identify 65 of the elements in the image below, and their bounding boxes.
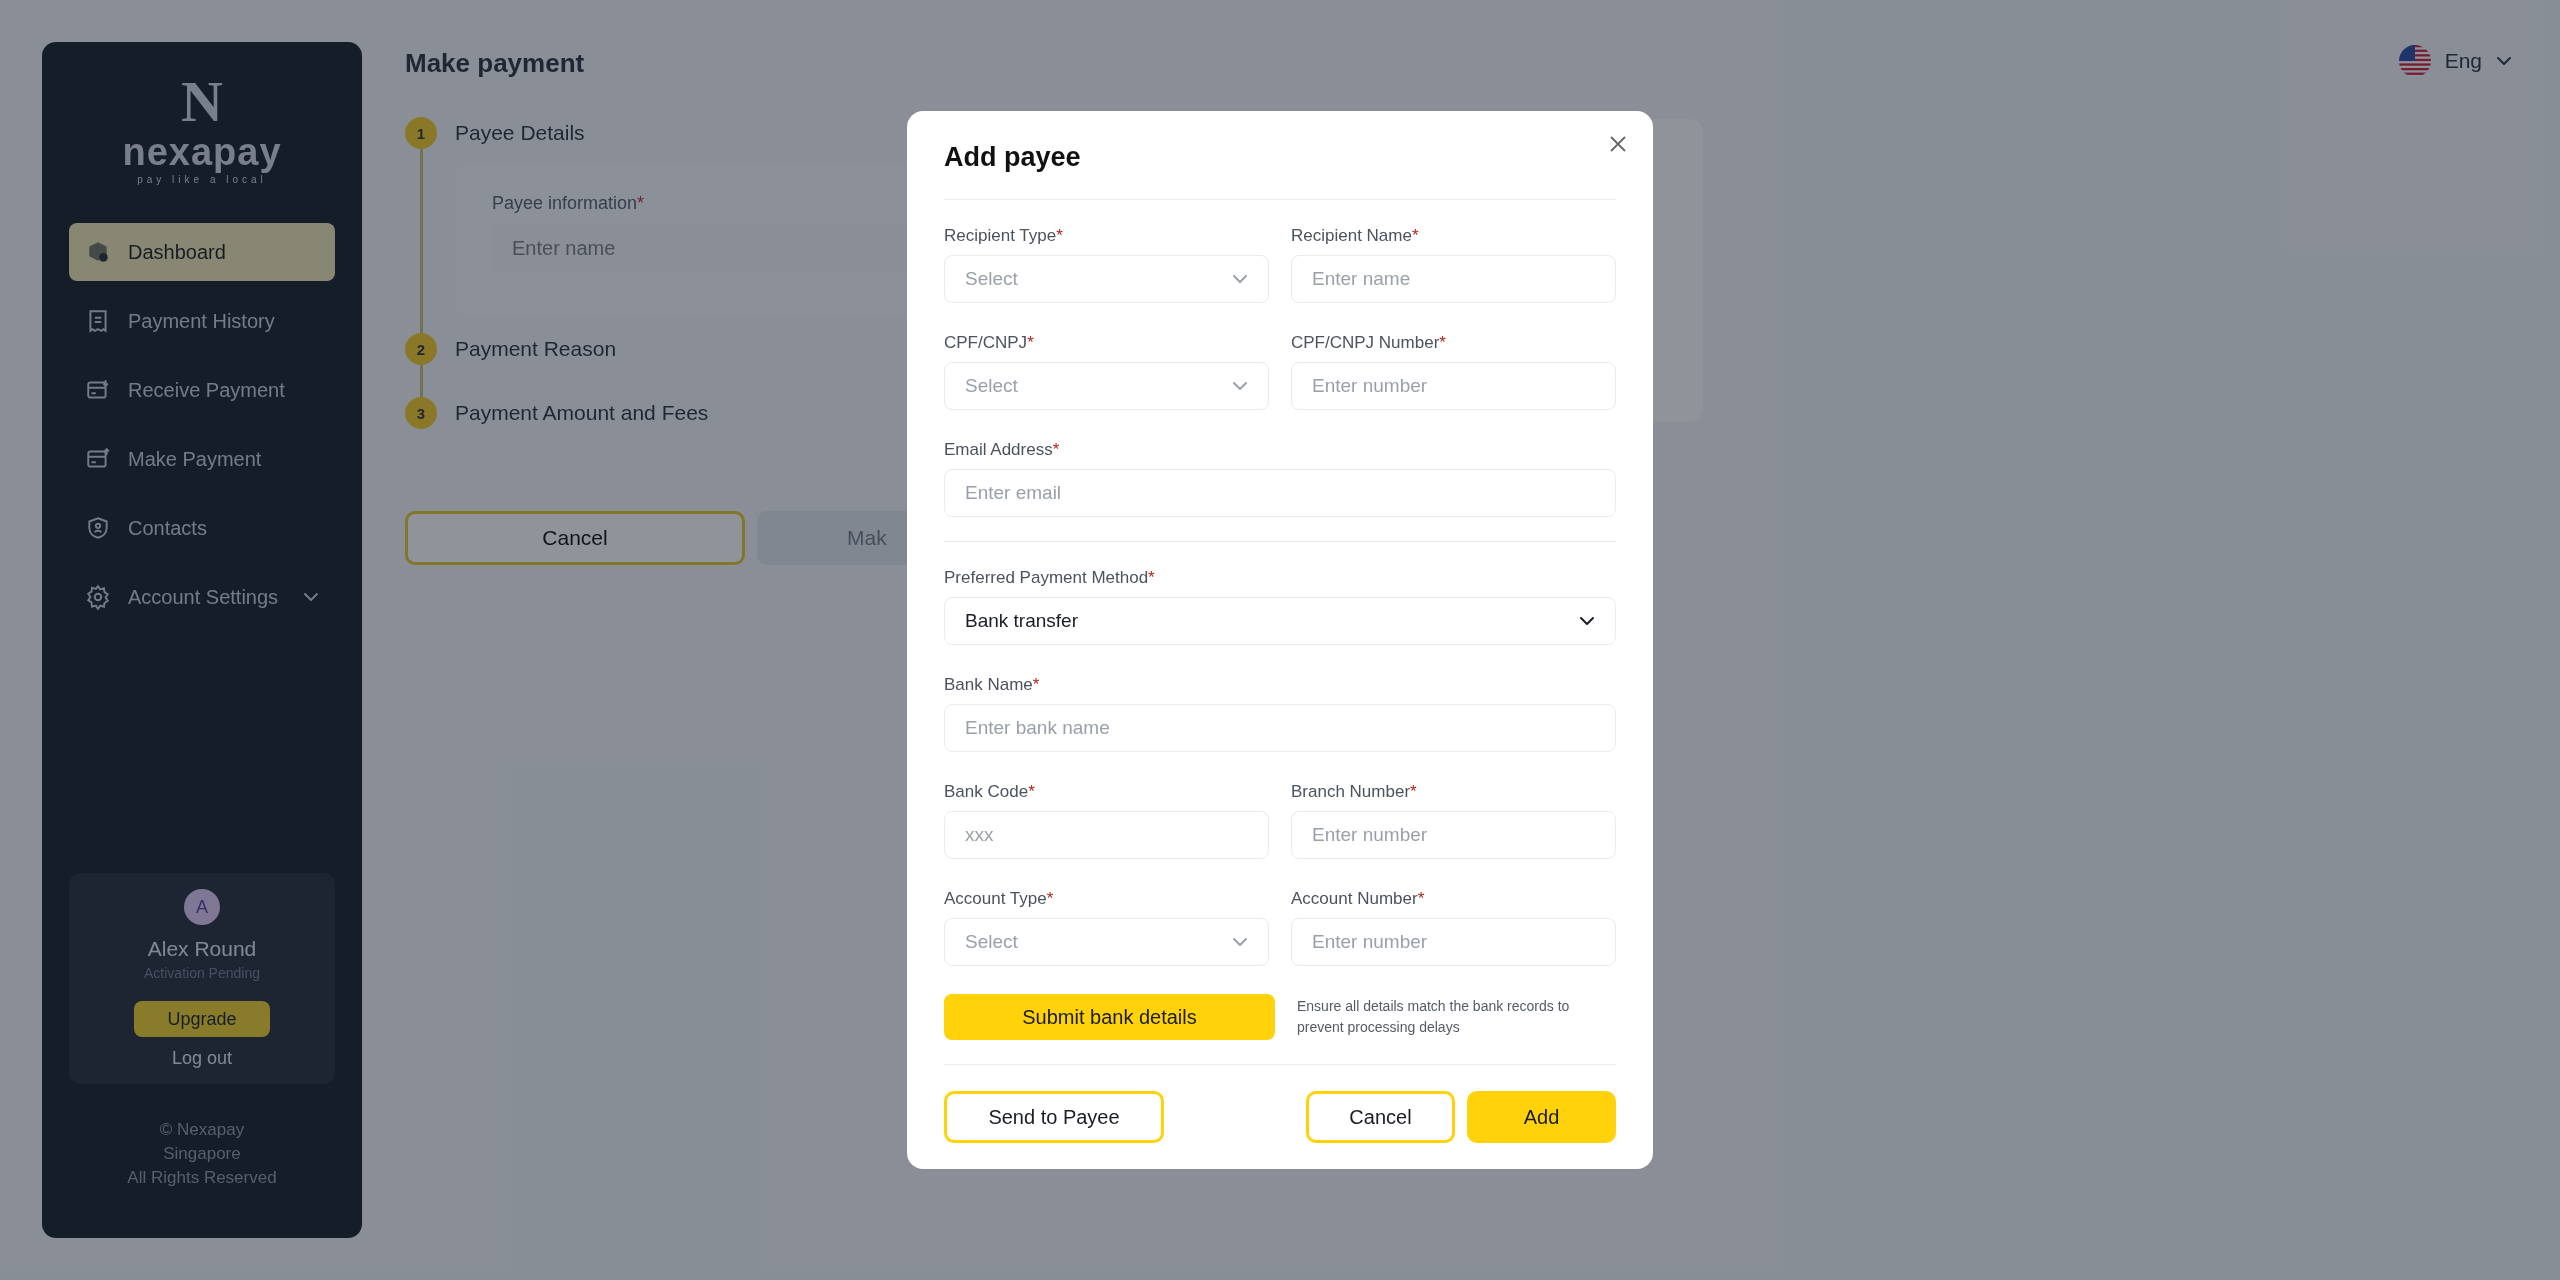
select-field[interactable]: Select	[944, 362, 1269, 410]
avatar: A	[184, 889, 220, 925]
input-field[interactable]: Enter number	[1291, 811, 1616, 859]
cube-icon	[89, 242, 108, 262]
field-label: Recipient Type*	[944, 226, 1064, 246]
field-label: Recipient Name*	[1291, 226, 1420, 246]
chevron-down-icon	[1579, 616, 1595, 626]
select-field[interactable]: Select	[944, 918, 1269, 966]
field-label: Account Number*	[1291, 889, 1426, 909]
step-number: 3	[405, 397, 437, 429]
input-field[interactable]: Enter name	[1291, 255, 1616, 303]
page-title: Make payment	[405, 48, 585, 79]
settings-icon	[86, 584, 110, 610]
nav-item[interactable]: Account Settings	[69, 568, 335, 626]
input-field[interactable]: Enter email	[944, 469, 1616, 517]
field-label: Email Address*	[944, 440, 1061, 460]
chevron-down-icon	[1232, 381, 1248, 391]
logo-tagline: pay like a local	[137, 174, 267, 185]
shield-icon	[88, 517, 108, 539]
chevron-down-icon	[1232, 937, 1248, 947]
input-field[interactable]: xxx	[944, 811, 1269, 859]
input-field[interactable]: Enter number	[1291, 918, 1616, 966]
flag-icon	[2398, 44, 2431, 77]
nav-item[interactable]: Receive Payment	[69, 361, 335, 419]
field-label: Account Type*	[944, 889, 1055, 909]
select-field[interactable]: Bank transfer	[944, 597, 1616, 645]
hint-text: Ensure all details match the bank records to prevent processing delays	[1297, 997, 1571, 1037]
card-icon	[87, 447, 110, 468]
logo-mark: N	[181, 72, 223, 132]
send-button[interactable]: Send to Payee	[944, 1091, 1164, 1143]
field-label: Bank Code*	[944, 782, 1036, 802]
input-field[interactable]: Enter number	[1291, 362, 1616, 410]
chevron-down-icon	[2496, 55, 2512, 66]
cancel-button[interactable]: Cancel	[405, 511, 745, 565]
language-selector[interactable]: Eng	[2392, 43, 2518, 78]
field-label: CPF/CNPJ Number*	[1291, 333, 1447, 353]
footer-text: All Rights Reserved	[127, 1168, 277, 1188]
footer-text: Singapore	[163, 1144, 241, 1164]
step-label: Payment Amount and Fees	[455, 400, 709, 426]
field-label: Payee information*	[492, 193, 646, 214]
step-label: Payee Details	[455, 120, 585, 146]
step-number: 1	[405, 117, 437, 149]
logout-link[interactable]: Log out	[165, 1047, 239, 1070]
upgrade-button[interactable]: Upgrade	[134, 1001, 270, 1037]
field-label: CPF/CNPJ*	[944, 333, 1035, 353]
nav-item[interactable]: Dashboard	[69, 223, 335, 281]
add-button[interactable]: Add	[1467, 1091, 1616, 1143]
user-name: Alex Round	[147, 937, 257, 961]
nav-item[interactable]: Make Payment	[69, 430, 335, 488]
footer-text: © Nexapay	[159, 1120, 245, 1140]
field-label: Branch Number*	[1291, 782, 1418, 802]
step-label: Payment Reason	[455, 336, 617, 362]
nav-item[interactable]: Payment History	[69, 292, 335, 350]
submit-button[interactable]: Submit bank details	[944, 994, 1275, 1040]
step-number: 2	[405, 333, 437, 365]
chevron-down-icon	[1232, 274, 1248, 284]
card-icon	[87, 379, 109, 399]
field-label: Preferred Payment Method*	[944, 568, 1156, 588]
select-field[interactable]: Select	[944, 255, 1269, 303]
cancel-button[interactable]: Cancel	[1306, 1091, 1455, 1143]
field-label: Bank Name*	[944, 675, 1041, 695]
dialog-title: Add payee	[944, 141, 1082, 174]
input-field[interactable]: Enter bank name	[944, 704, 1616, 752]
receipt-icon	[89, 310, 107, 333]
nav-item[interactable]: Contacts	[69, 499, 335, 557]
